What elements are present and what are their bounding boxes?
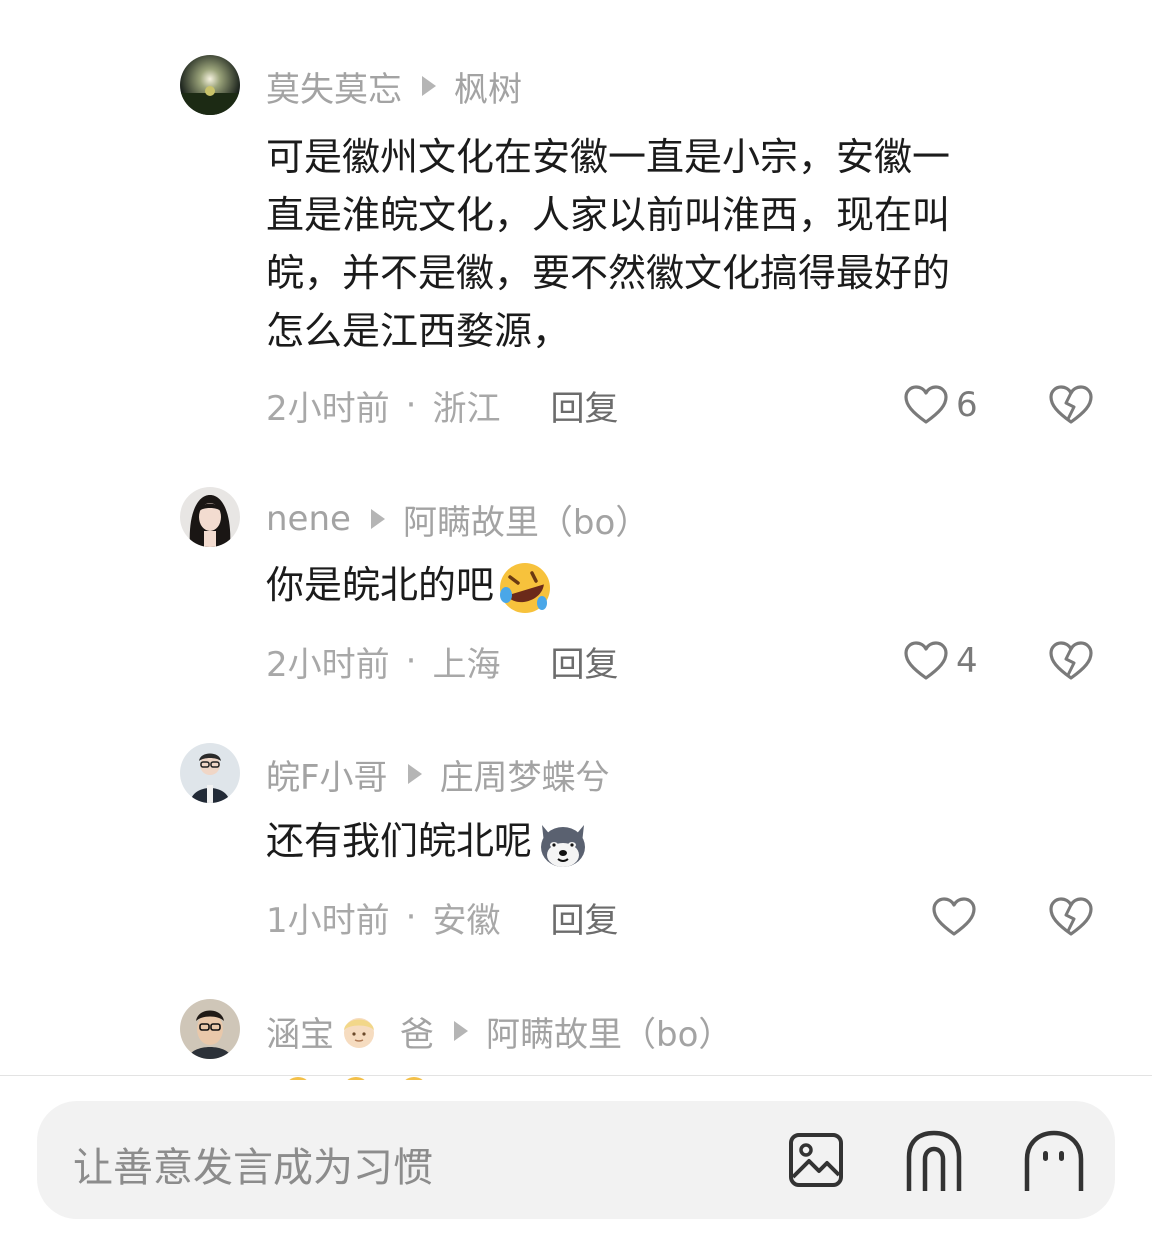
comment-meta: 1小时前 · 安徽 回复 bbox=[266, 892, 618, 942]
dislike-button[interactable] bbox=[1049, 636, 1093, 686]
username-suffix[interactable]: 爸 bbox=[400, 1007, 434, 1056]
like-count: 4 bbox=[956, 641, 978, 681]
heart-icon bbox=[932, 897, 976, 936]
reply-to-username[interactable]: 阿瞒故里（bo） bbox=[486, 1007, 732, 1056]
reply-arrow-icon bbox=[370, 509, 385, 529]
dislike-button[interactable] bbox=[1049, 892, 1093, 942]
reply-arrow-icon bbox=[407, 764, 422, 784]
comment-text: 还有我们皖北呢 bbox=[266, 812, 1086, 873]
heart-icon bbox=[904, 385, 948, 424]
location: 浙江 bbox=[432, 388, 501, 429]
location: 上海 bbox=[432, 644, 501, 685]
mention-icon bbox=[906, 1130, 962, 1191]
comment-header: nene 阿瞒故里（bo） bbox=[266, 495, 649, 544]
comment-text-line: 直是淮皖文化，人家以前叫淮西，现在叫 bbox=[266, 193, 951, 237]
reply-button[interactable]: 回复 bbox=[550, 893, 618, 942]
avatar[interactable] bbox=[180, 999, 240, 1059]
emoji-icon bbox=[1024, 1130, 1084, 1191]
avatar[interactable] bbox=[180, 743, 240, 803]
image-button[interactable] bbox=[787, 1131, 845, 1193]
reply-button[interactable]: 回复 bbox=[550, 637, 618, 686]
man-blond-emoji bbox=[344, 1018, 374, 1048]
comment-text-body: 还有我们皖北呢 bbox=[266, 819, 533, 863]
reply-arrow-icon bbox=[422, 76, 436, 96]
emoji-button[interactable] bbox=[1023, 1129, 1085, 1195]
like-button[interactable]: 4 bbox=[904, 636, 978, 686]
timestamp: 1小时前 bbox=[266, 900, 390, 941]
reply-to-username[interactable]: 枫树 bbox=[454, 62, 522, 111]
image-icon bbox=[789, 1133, 843, 1187]
reply-button[interactable]: 回复 bbox=[550, 381, 618, 430]
broken-heart-icon bbox=[1049, 897, 1093, 936]
avatar[interactable] bbox=[180, 55, 240, 115]
like-count: 6 bbox=[956, 385, 978, 425]
heart-icon bbox=[904, 641, 948, 680]
username[interactable]: 莫失莫忘 bbox=[266, 62, 402, 111]
dislike-button[interactable] bbox=[1049, 380, 1093, 430]
rofl-emoji bbox=[500, 562, 551, 613]
username[interactable]: 皖F小哥 bbox=[266, 750, 388, 799]
like-button[interactable] bbox=[932, 892, 976, 942]
separator-dot: · bbox=[405, 641, 417, 681]
husky-emoji bbox=[541, 824, 586, 867]
like-button[interactable]: 6 bbox=[904, 380, 978, 430]
avatar[interactable] bbox=[180, 487, 240, 547]
comment-text: 你是皖北的吧 bbox=[266, 556, 1086, 617]
location: 安徽 bbox=[432, 900, 501, 941]
comment-meta: 2小时前 · 浙江 回复 bbox=[266, 380, 618, 430]
comment-text: 可是徽州文化在安徽一直是小宗，安徽一 直是淮皖文化，人家以前叫淮西，现在叫 皖，… bbox=[266, 128, 1086, 360]
comment-input[interactable]: 让善意发言成为习惯 bbox=[73, 1135, 433, 1193]
comment-text-body: 你是皖北的吧 bbox=[266, 563, 495, 607]
comment-text-line: 可是徽州文化在安徽一直是小宗，安徽一 bbox=[266, 135, 951, 179]
comment-header: 皖F小哥 庄周梦蝶兮 bbox=[266, 750, 610, 799]
mention-button[interactable] bbox=[903, 1129, 965, 1195]
timestamp: 2小时前 bbox=[266, 644, 390, 685]
comment-text-line: 怎么是江西婺源， bbox=[266, 309, 571, 353]
input-divider bbox=[0, 1075, 1152, 1076]
broken-heart-icon bbox=[1049, 385, 1093, 424]
timestamp: 2小时前 bbox=[266, 388, 390, 429]
username[interactable]: 涵宝 bbox=[266, 1007, 334, 1056]
separator-dot: · bbox=[405, 385, 417, 425]
reply-arrow-icon bbox=[454, 1021, 468, 1041]
username[interactable]: nene bbox=[266, 499, 351, 539]
separator-dot: · bbox=[405, 897, 417, 937]
comment-input-bar[interactable]: 让善意发言成为习惯 bbox=[37, 1101, 1115, 1219]
reply-to-username[interactable]: 阿瞒故里（bo） bbox=[403, 495, 649, 544]
comment-text-line: 皖，并不是徽，要不然徽文化搞得最好的 bbox=[266, 251, 951, 295]
comment-meta: 2小时前 · 上海 回复 bbox=[266, 636, 618, 686]
reply-to-username[interactable]: 庄周梦蝶兮 bbox=[440, 750, 610, 799]
comment-header: 涵宝 爸 阿瞒故里（bo） bbox=[266, 1007, 732, 1056]
comment-header: 莫失莫忘 枫树 bbox=[266, 62, 522, 111]
broken-heart-icon bbox=[1049, 641, 1093, 680]
